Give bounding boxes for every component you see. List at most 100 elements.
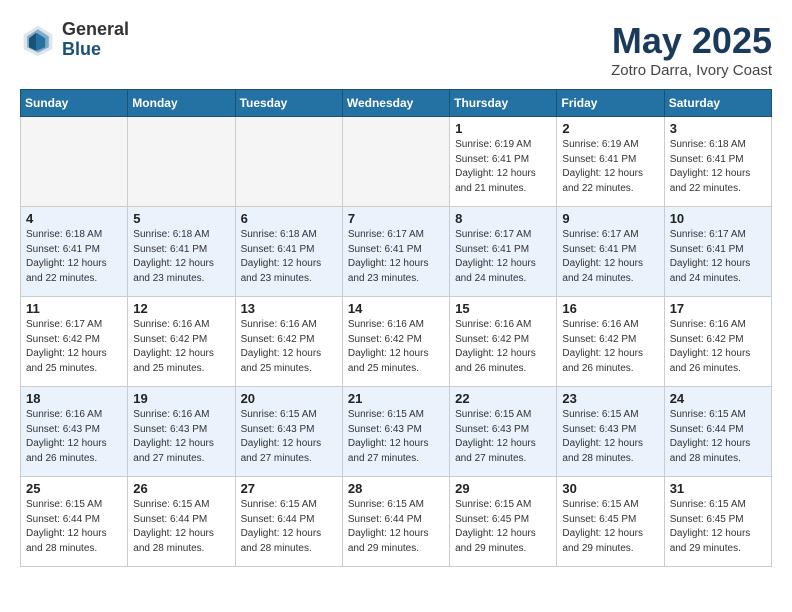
page-header: General Blue May 2025 Zotro Darra, Ivory… [20, 20, 772, 79]
day-number: 26 [133, 481, 229, 496]
day-info: Sunrise: 6:16 AM Sunset: 6:43 PM Dayligh… [133, 408, 229, 466]
day-number: 16 [562, 301, 658, 316]
day-number: 28 [348, 481, 444, 496]
day-number: 30 [562, 481, 658, 496]
day-info: Sunrise: 6:15 AM Sunset: 6:44 PM Dayligh… [241, 498, 337, 556]
day-number: 14 [348, 301, 444, 316]
calendar-cell: 15 Sunrise: 6:16 AM Sunset: 6:42 PM Dayli… [450, 297, 557, 387]
weekday-header-saturday: Saturday [664, 90, 771, 117]
calendar-cell: 9Sunrise: 6:17 AM Sunset: 6:41 PM Daylig… [557, 207, 664, 297]
day-info: Sunrise: 6:18 AM Sunset: 6:41 PM Dayligh… [241, 228, 337, 286]
day-info: Sunrise: 6:19 AM Sunset: 6:41 PM Dayligh… [455, 138, 551, 196]
day-info: Sunrise: 6:17 AM Sunset: 6:41 PM Dayligh… [348, 228, 444, 286]
logo-text: General Blue [62, 20, 129, 60]
calendar-cell: 14 Sunrise: 6:16 AM Sunset: 6:42 PM Dayli… [342, 297, 449, 387]
calendar-week-row: 11Sunrise: 6:17 AM Sunset: 6:42 PM Dayli… [21, 297, 772, 387]
day-info: Sunrise: 6:15 AM Sunset: 6:44 PM Dayligh… [26, 498, 122, 556]
calendar-cell: 12 Sunrise: 6:16 AM Sunset: 6:42 PM Dayli… [128, 297, 235, 387]
day-info: Sunrise: 6:18 AM Sunset: 6:41 PM Dayligh… [26, 228, 122, 286]
calendar-cell: 13Sunrise: 6:16 AM Sunset: 6:42 PM Dayli… [235, 297, 342, 387]
calendar-cell: 30 Sunrise: 6:15 AM Sunset: 6:45 PM Dayli… [557, 477, 664, 567]
day-number: 15 [455, 301, 551, 316]
weekday-header-row: SundayMondayTuesdayWednesdayThursdayFrid… [21, 90, 772, 117]
calendar-week-row: 1 Sunrise: 6:19 AM Sunset: 6:41 PM Daylig… [21, 117, 772, 207]
day-number: 20 [241, 391, 337, 406]
day-number: 7 [348, 211, 444, 226]
day-number: 1 [455, 121, 551, 136]
day-info: Sunrise: 6:15 AM Sunset: 6:43 PM Dayligh… [562, 408, 658, 466]
calendar-cell [342, 117, 449, 207]
calendar-cell: 25 Sunrise: 6:15 AM Sunset: 6:44 PM Dayli… [21, 477, 128, 567]
calendar-body: 1 Sunrise: 6:19 AM Sunset: 6:41 PM Daylig… [21, 117, 772, 567]
day-number: 4 [26, 211, 122, 226]
logo-general-text: General [62, 20, 129, 40]
day-number: 23 [562, 391, 658, 406]
calendar-cell: 18Sunrise: 6:16 AM Sunset: 6:43 PM Dayli… [21, 387, 128, 477]
calendar-cell: 2 Sunrise: 6:19 AM Sunset: 6:41 PM Daylig… [557, 117, 664, 207]
calendar-week-row: 25 Sunrise: 6:15 AM Sunset: 6:44 PM Dayli… [21, 477, 772, 567]
day-number: 9 [562, 211, 658, 226]
day-number: 8 [455, 211, 551, 226]
calendar-cell: 7 Sunrise: 6:17 AM Sunset: 6:41 PM Daylig… [342, 207, 449, 297]
day-info: Sunrise: 6:17 AM Sunset: 6:41 PM Dayligh… [455, 228, 551, 286]
day-info: Sunrise: 6:18 AM Sunset: 6:41 PM Dayligh… [133, 228, 229, 286]
calendar-cell: 16 Sunrise: 6:16 AM Sunset: 6:42 PM Dayli… [557, 297, 664, 387]
calendar-table: SundayMondayTuesdayWednesdayThursdayFrid… [20, 89, 772, 567]
calendar-location: Zotro Darra, Ivory Coast [611, 62, 772, 79]
logo-icon [20, 22, 56, 58]
calendar-cell: 17Sunrise: 6:16 AM Sunset: 6:42 PM Dayli… [664, 297, 771, 387]
logo-blue-text: Blue [62, 40, 129, 60]
weekday-header-sunday: Sunday [21, 90, 128, 117]
day-number: 12 [133, 301, 229, 316]
day-number: 10 [670, 211, 766, 226]
calendar-cell [128, 117, 235, 207]
calendar-cell: 24Sunrise: 6:15 AM Sunset: 6:44 PM Dayli… [664, 387, 771, 477]
day-info: Sunrise: 6:15 AM Sunset: 6:45 PM Dayligh… [670, 498, 766, 556]
day-number: 21 [348, 391, 444, 406]
day-info: Sunrise: 6:15 AM Sunset: 6:44 PM Dayligh… [670, 408, 766, 466]
day-info: Sunrise: 6:15 AM Sunset: 6:45 PM Dayligh… [455, 498, 551, 556]
calendar-cell [21, 117, 128, 207]
day-info: Sunrise: 6:15 AM Sunset: 6:44 PM Dayligh… [133, 498, 229, 556]
calendar-cell: 23 Sunrise: 6:15 AM Sunset: 6:43 PM Dayli… [557, 387, 664, 477]
calendar-header: SundayMondayTuesdayWednesdayThursdayFrid… [21, 90, 772, 117]
day-info: Sunrise: 6:16 AM Sunset: 6:42 PM Dayligh… [562, 318, 658, 376]
day-info: Sunrise: 6:19 AM Sunset: 6:41 PM Dayligh… [562, 138, 658, 196]
day-number: 19 [133, 391, 229, 406]
calendar-cell: 26 Sunrise: 6:15 AM Sunset: 6:44 PM Dayli… [128, 477, 235, 567]
calendar-cell [235, 117, 342, 207]
day-number: 27 [241, 481, 337, 496]
day-info: Sunrise: 6:16 AM Sunset: 6:42 PM Dayligh… [348, 318, 444, 376]
day-info: Sunrise: 6:17 AM Sunset: 6:42 PM Dayligh… [26, 318, 122, 376]
day-number: 2 [562, 121, 658, 136]
calendar-week-row: 18Sunrise: 6:16 AM Sunset: 6:43 PM Dayli… [21, 387, 772, 477]
day-info: Sunrise: 6:15 AM Sunset: 6:44 PM Dayligh… [348, 498, 444, 556]
day-number: 25 [26, 481, 122, 496]
day-info: Sunrise: 6:16 AM Sunset: 6:42 PM Dayligh… [133, 318, 229, 376]
weekday-header-monday: Monday [128, 90, 235, 117]
day-info: Sunrise: 6:17 AM Sunset: 6:41 PM Dayligh… [670, 228, 766, 286]
day-number: 29 [455, 481, 551, 496]
calendar-cell: 21 Sunrise: 6:15 AM Sunset: 6:43 PM Dayli… [342, 387, 449, 477]
calendar-cell: 31Sunrise: 6:15 AM Sunset: 6:45 PM Dayli… [664, 477, 771, 567]
day-info: Sunrise: 6:15 AM Sunset: 6:43 PM Dayligh… [241, 408, 337, 466]
day-info: Sunrise: 6:16 AM Sunset: 6:42 PM Dayligh… [455, 318, 551, 376]
day-number: 5 [133, 211, 229, 226]
calendar-cell: 3Sunrise: 6:18 AM Sunset: 6:41 PM Daylig… [664, 117, 771, 207]
day-info: Sunrise: 6:15 AM Sunset: 6:45 PM Dayligh… [562, 498, 658, 556]
day-number: 6 [241, 211, 337, 226]
calendar-cell: 11Sunrise: 6:17 AM Sunset: 6:42 PM Dayli… [21, 297, 128, 387]
calendar-cell: 5 Sunrise: 6:18 AM Sunset: 6:41 PM Daylig… [128, 207, 235, 297]
day-info: Sunrise: 6:15 AM Sunset: 6:43 PM Dayligh… [348, 408, 444, 466]
day-number: 22 [455, 391, 551, 406]
calendar-week-row: 4 Sunrise: 6:18 AM Sunset: 6:41 PM Daylig… [21, 207, 772, 297]
weekday-header-tuesday: Tuesday [235, 90, 342, 117]
day-info: Sunrise: 6:16 AM Sunset: 6:42 PM Dayligh… [241, 318, 337, 376]
weekday-header-wednesday: Wednesday [342, 90, 449, 117]
title-block: May 2025 Zotro Darra, Ivory Coast [611, 20, 772, 79]
calendar-cell: 29 Sunrise: 6:15 AM Sunset: 6:45 PM Dayli… [450, 477, 557, 567]
calendar-cell: 1 Sunrise: 6:19 AM Sunset: 6:41 PM Daylig… [450, 117, 557, 207]
calendar-cell: 20 Sunrise: 6:15 AM Sunset: 6:43 PM Dayli… [235, 387, 342, 477]
calendar-cell: 8 Sunrise: 6:17 AM Sunset: 6:41 PM Daylig… [450, 207, 557, 297]
day-info: Sunrise: 6:16 AM Sunset: 6:43 PM Dayligh… [26, 408, 122, 466]
